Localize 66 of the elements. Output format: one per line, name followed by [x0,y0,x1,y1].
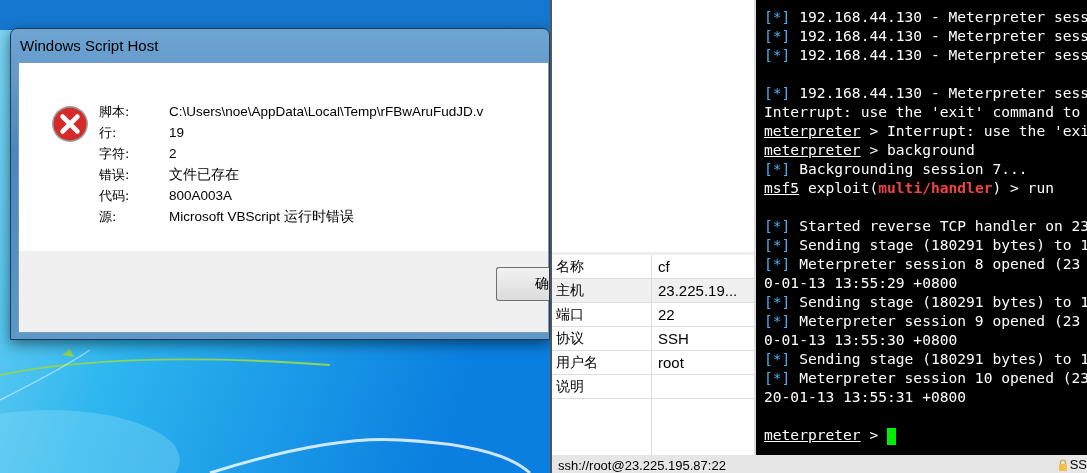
property-name: 说明 [552,375,652,398]
status-marker: [*] [764,255,791,272]
property-row[interactable]: 协议 SSH [552,327,754,351]
field-label: 错误: [99,165,131,184]
terminal-text: 192.168.44.130 - Meterpreter sess [798,27,1087,44]
terminal-text: exploit( [806,179,879,196]
terminal-text: > background [868,141,975,158]
prompt-label: meterpreter [764,141,861,158]
status-text: ssh://root@23.225.195.87:22 [557,457,726,473]
status-marker: [*] [764,160,791,177]
prompt-label: meterpreter [764,122,861,139]
field-label: 代码: [99,186,131,205]
field-value: 2 [169,146,177,161]
module-name: multi/handler [878,179,993,196]
property-row[interactable]: 端口 22 [552,303,754,327]
property-name: 协议 [552,327,652,350]
terminal-text: 192.168.44.130 - Meterpreter sess [798,84,1087,101]
property-value: SSH [657,330,689,347]
property-value: 23.225.19... [657,282,738,299]
terminal-text: 192.168.44.130 - Meterpreter sess [798,8,1087,25]
status-marker: [*] [764,46,791,63]
terminal-text: Meterpreter session 9 opened (23 [798,312,1081,329]
status-marker: [*] [764,350,791,367]
status-marker: [*] [764,236,791,253]
terminal-text: ) > run [992,179,1054,196]
terminal-text: Backgrounding session 7... [798,160,1028,177]
status-marker: [*] [764,369,791,386]
field-value: 文件已存在 [169,165,239,184]
status-marker: [*] [764,217,791,234]
property-name: 名称 [552,255,652,278]
status-marker: [*] [764,27,791,44]
field-label: 脚本: [99,102,131,121]
field-value: Microsoft VBScript 运行时错误 [169,207,354,226]
terminal-text: > [868,426,880,443]
property-name: 用户名 [552,351,652,374]
lock-icon [1057,459,1068,471]
error-icon [51,105,89,143]
terminal-text: Meterpreter session 8 opened (23 [798,255,1081,272]
property-name: 主机 [552,279,652,302]
property-row[interactable]: 主机 23.225.19... [552,279,754,303]
terminal-text: 192.168.44.130 - Meterpreter sess [798,46,1087,63]
status-marker: [*] [764,84,791,101]
terminal-text: 0-01-13 13:55:29 +0800 [764,274,958,291]
field-label: 字符: [99,144,131,163]
window-title: Windows Script Host [19,36,160,56]
prompt-label: msf5 [764,179,800,196]
status-text: SS [1069,458,1087,472]
field-value: 19 [169,125,185,140]
status-marker: [*] [764,8,791,25]
terminal-text: 0-01-13 13:55:30 +0800 [764,331,958,348]
property-value: 22 [657,306,675,323]
status-marker: [*] [764,293,791,310]
terminal-text: Interrupt: use the 'exit' command to [764,103,1081,120]
terminal-text: 20-01-13 13:55:31 +0800 [764,388,967,405]
ok-button[interactable]: 确 [496,267,549,301]
field-value: C:\Users\noe\AppData\Local\Temp\rFBwAruFudJD.v [169,104,484,119]
field-value: 800A003A [169,188,233,203]
prompt-label: meterpreter [764,426,861,443]
property-name: 端口 [552,303,652,326]
property-value: cf [657,258,670,275]
property-row[interactable]: 用户名 root [552,351,754,375]
field-label: 行: [99,123,118,142]
status-marker: [*] [764,312,791,329]
property-row[interactable]: 说明 [552,375,754,399]
field-label: 源: [99,207,118,226]
property-value: root [657,354,684,371]
